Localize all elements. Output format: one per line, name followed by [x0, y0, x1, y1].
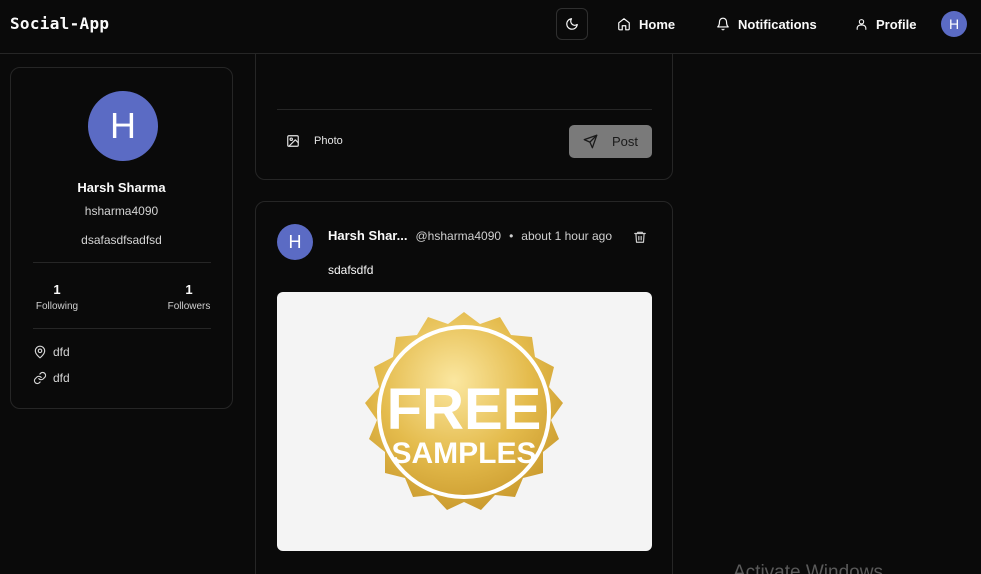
website-row: dfd: [33, 371, 70, 385]
following-count: 1: [53, 282, 61, 297]
nav-notifications-link[interactable]: Notifications: [716, 12, 817, 36]
send-icon: [583, 134, 598, 149]
profile-avatar[interactable]: H: [88, 91, 158, 161]
divider: [33, 262, 211, 263]
theme-toggle-button[interactable]: [556, 8, 588, 40]
website-link[interactable]: dfd: [53, 371, 70, 385]
user-icon: [856, 18, 867, 30]
profile-name[interactable]: Harsh Sharma: [11, 180, 232, 195]
add-photo-button[interactable]: Photo: [286, 134, 343, 148]
post-button-label: Post: [611, 134, 638, 149]
post-card: H Harsh Shar... @hsharma4090 • about 1 h…: [255, 201, 673, 574]
divider: [33, 328, 211, 329]
location-text: dfd: [53, 345, 70, 359]
link-icon: [33, 371, 47, 385]
delete-post-button[interactable]: [633, 230, 647, 249]
trash-icon: [634, 231, 646, 243]
home-icon: [618, 18, 630, 31]
nav-home-link[interactable]: Home: [617, 12, 675, 36]
divider: [277, 109, 652, 110]
brand-logo[interactable]: Social-App: [10, 14, 109, 33]
followers-stat[interactable]: 1 Followers: [165, 282, 213, 312]
post-image[interactable]: FREE SAMPLES: [277, 292, 652, 551]
separator-dot: •: [509, 228, 514, 243]
post-header: Harsh Shar... @hsharma4090 • about 1 hou…: [328, 228, 612, 243]
post-author-avatar[interactable]: H: [277, 224, 313, 260]
nav-home-label: Home: [639, 16, 676, 32]
free-samples-badge: FREE SAMPLES: [365, 312, 563, 510]
top-navbar: Social-App Home Notifications Profile H: [0, 0, 981, 54]
profile-username: hsharma4090: [84, 204, 159, 218]
profile-card: H Harsh Sharma hsharma4090 dsafasdfsadfs…: [10, 67, 233, 409]
bell-icon: [717, 17, 729, 31]
post-button[interactable]: Post: [569, 125, 652, 158]
nav-notifications-label: Notifications: [738, 16, 817, 32]
image-icon: [287, 135, 299, 147]
windows-watermark: Activate Windows: [733, 562, 883, 574]
post-author-name[interactable]: Harsh Shar...: [328, 228, 407, 243]
moon-icon: [566, 18, 578, 30]
following-label: Following: [35, 301, 79, 312]
followers-count: 1: [185, 282, 193, 297]
nav-profile-link[interactable]: Profile: [855, 12, 916, 36]
profile-bio: dsafasdfsadfsd: [81, 233, 162, 247]
photo-label: Photo: [314, 135, 343, 147]
followers-label: Followers: [167, 301, 211, 312]
badge-line-2: SAMPLES: [391, 437, 536, 470]
following-stat[interactable]: 1 Following: [33, 282, 81, 312]
user-avatar[interactable]: H: [941, 11, 967, 37]
badge-line-1: FREE: [387, 377, 542, 442]
nav-profile-label: Profile: [876, 16, 917, 32]
map-pin-icon: [34, 345, 46, 359]
post-author-handle: @hsharma4090: [415, 228, 502, 243]
location-row: dfd: [33, 345, 70, 359]
post-timestamp: about 1 hour ago: [521, 228, 613, 243]
post-content: sdafsdfd: [328, 263, 374, 277]
